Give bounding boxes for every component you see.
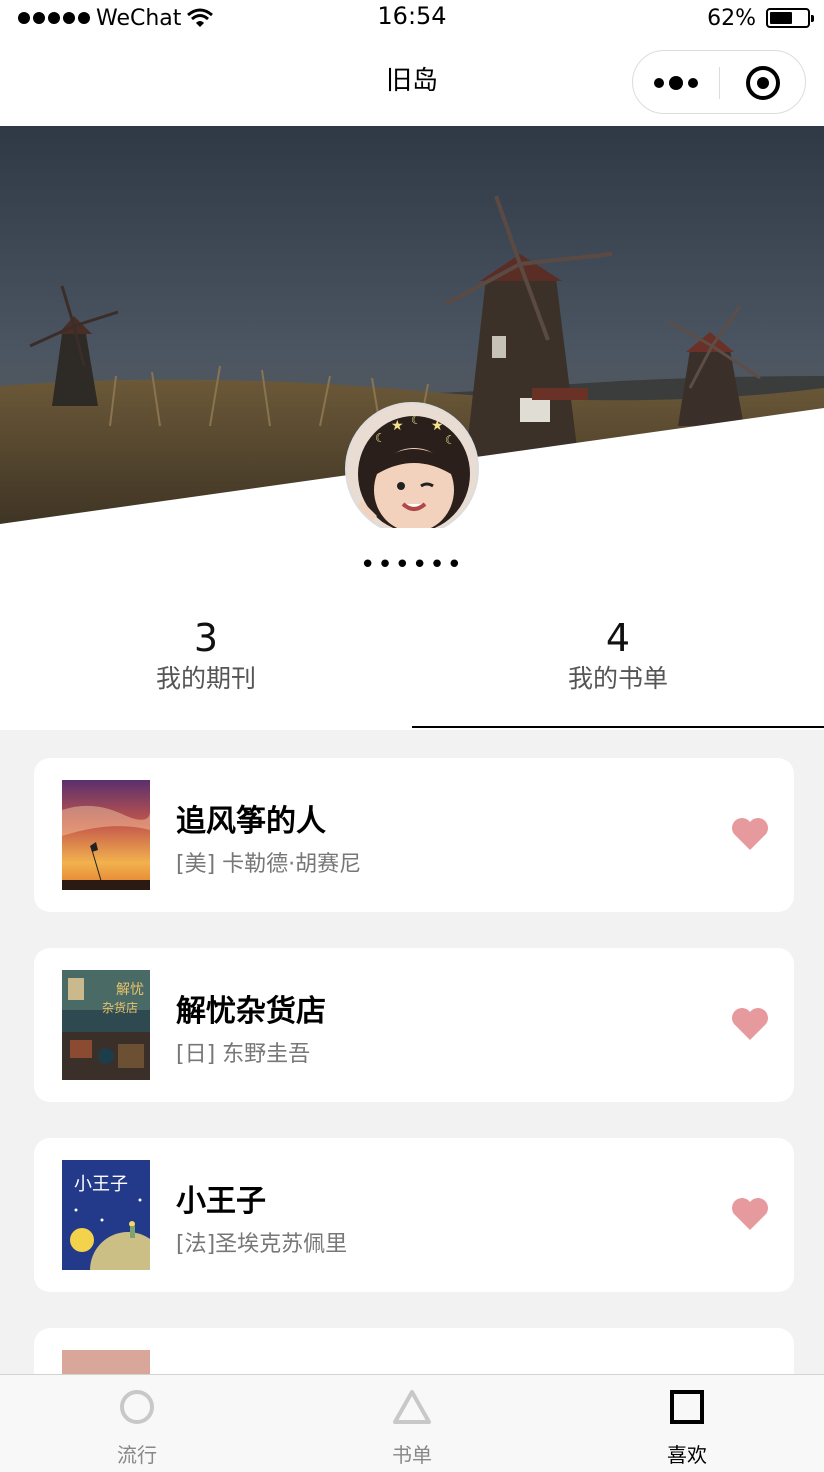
target-icon: [746, 66, 780, 100]
bottom-tab-bar: 流行 书单 喜欢: [0, 1374, 824, 1472]
avatar[interactable]: ★ ☾ ★ ☾ ☾: [345, 402, 479, 536]
kite-runner-cover-icon: [62, 780, 150, 890]
tab-popular[interactable]: 流行: [0, 1375, 274, 1472]
booklists-label: 我的书单: [567, 664, 668, 693]
heart-icon[interactable]: [730, 1006, 770, 1042]
nickname: ••••••: [359, 550, 464, 580]
stat-tab-booklists[interactable]: 4 我的书单: [412, 616, 824, 696]
child-avatar-image: ★ ☾ ★ ☾ ☾: [347, 404, 477, 534]
namiya-cover-icon: 解忧 杂货店: [62, 970, 150, 1080]
journals-label: 我的期刊: [155, 664, 256, 693]
book-card[interactable]: 追风筝的人 [美] 卡勒德·胡赛尼: [34, 758, 794, 912]
svg-text:☾: ☾: [445, 433, 456, 447]
book-cover-kite-runner: [62, 780, 150, 890]
status-time: 16:54: [377, 2, 447, 30]
cover-text: 杂货店: [102, 1000, 138, 1015]
tab-booklist[interactable]: 书单: [275, 1375, 549, 1472]
close-mini-program-button[interactable]: [720, 51, 806, 115]
tab-favorites[interactable]: 喜欢: [550, 1375, 824, 1472]
svg-text:★: ★: [431, 418, 444, 434]
book-cover-little-prince: 小王子: [62, 1160, 150, 1270]
book-author: [法]圣埃克苏佩里: [176, 1232, 348, 1257]
circle-icon: [0, 1389, 274, 1425]
heart-icon[interactable]: [730, 1196, 770, 1232]
journals-count: 3: [193, 616, 219, 660]
more-menu-button[interactable]: [633, 51, 719, 115]
cover-text: 解忧: [116, 982, 144, 998]
book-title: 解忧杂货店: [176, 994, 326, 1029]
more-dots-icon: [654, 78, 664, 88]
booklists-count: 4: [605, 616, 631, 660]
book-title: 小王子: [176, 1184, 266, 1219]
heart-icon[interactable]: [730, 816, 770, 852]
book-cover-namiya: 解忧 杂货店: [62, 970, 150, 1080]
tab-label: 喜欢: [667, 1443, 707, 1467]
book-title: 追风筝的人: [176, 804, 326, 839]
stat-tab-journals[interactable]: 3 我的期刊: [0, 616, 412, 696]
book-author: [美] 卡勒德·胡赛尼: [176, 852, 362, 877]
square-icon: [550, 1389, 824, 1425]
tab-label: 流行: [117, 1443, 157, 1467]
active-tab-indicator: [412, 726, 824, 728]
battery-percent: 62%: [707, 5, 756, 31]
book-author: [日] 东野圭吾: [176, 1042, 311, 1067]
cover-text: 小王子: [74, 1174, 128, 1195]
status-bar: WeChat 16:54 62%: [0, 0, 824, 36]
svg-text:☾: ☾: [375, 431, 386, 445]
nav-bar: 旧岛: [0, 36, 824, 126]
battery-icon: [766, 8, 814, 28]
svg-text:★: ★: [391, 418, 404, 434]
little-prince-cover-icon: 小王子: [62, 1160, 150, 1270]
book-card[interactable]: 解忧 杂货店 解忧杂货店 [日] 东野圭吾: [34, 948, 794, 1102]
triangle-icon: [275, 1389, 549, 1425]
profile-info: •••••• 3 我的期刊 4 我的书单: [0, 528, 824, 730]
battery-fill: [770, 12, 792, 24]
tab-label: 书单: [392, 1443, 432, 1467]
battery-group: 62%: [707, 4, 814, 32]
mini-program-capsule: [632, 50, 806, 114]
svg-text:☾: ☾: [411, 413, 422, 427]
book-card[interactable]: 小王子 小王子 [法]圣埃克苏佩里: [34, 1138, 794, 1292]
